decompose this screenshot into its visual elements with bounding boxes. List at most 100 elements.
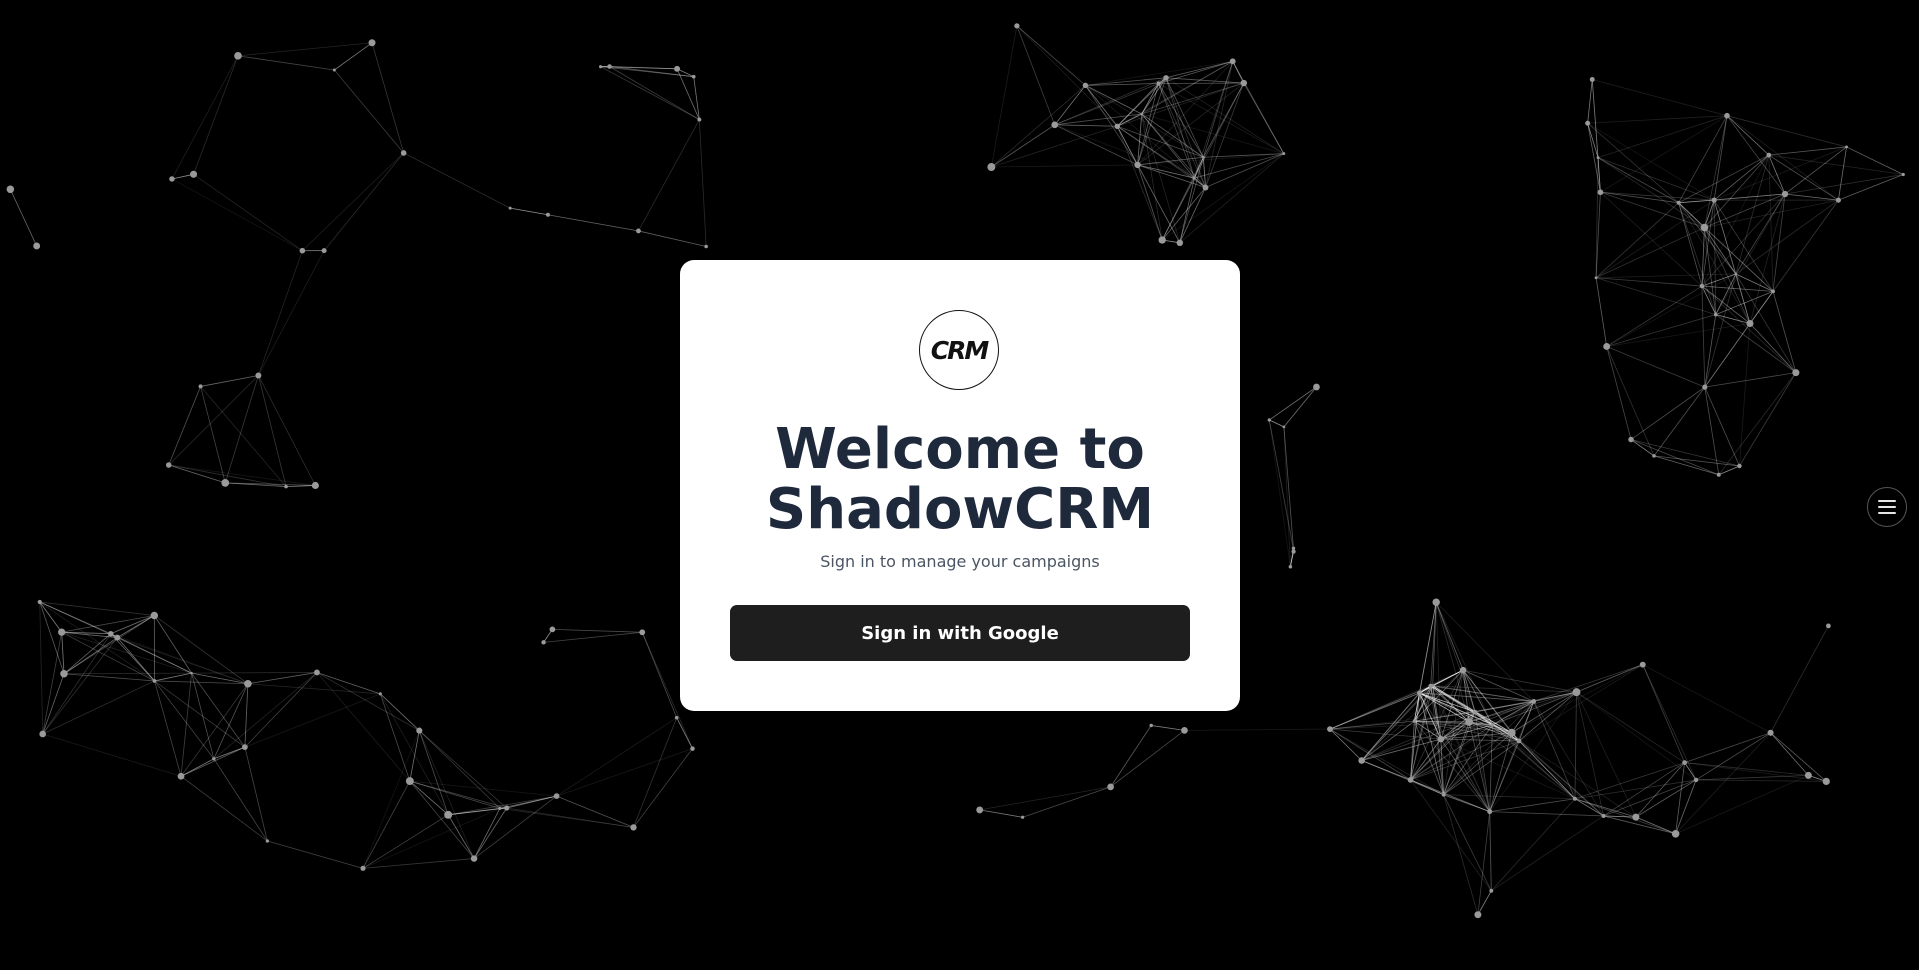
network-link: [1704, 291, 1774, 388]
network-link: [1630, 439, 1740, 467]
network-node: [1140, 112, 1143, 116]
network-link: [1653, 455, 1740, 467]
network-link: [1726, 115, 1770, 156]
network-link: [1151, 725, 1185, 731]
network-link: [1642, 664, 1697, 781]
network-link: [362, 858, 475, 869]
network-link: [200, 375, 259, 387]
network-node: [599, 65, 603, 69]
network-node: [1229, 58, 1236, 65]
network-link: [1696, 774, 1809, 781]
network-link: [154, 680, 246, 748]
network-link: [990, 25, 1018, 168]
network-node: [190, 170, 198, 178]
network-node: [1313, 383, 1320, 391]
network-link: [1606, 346, 1632, 440]
network-node: [1156, 81, 1161, 86]
network-link: [1768, 146, 1847, 156]
network-node: [607, 64, 612, 69]
network-node: [1628, 436, 1634, 443]
network-node: [1489, 888, 1494, 893]
network-link: [1675, 762, 1686, 834]
network-link: [1735, 154, 1770, 275]
network-node: [368, 39, 376, 47]
network-link: [1838, 174, 1904, 201]
network-link: [1739, 372, 1797, 467]
network-node: [1901, 172, 1905, 177]
network-node: [549, 626, 556, 633]
network-node: [314, 669, 320, 676]
network-link: [39, 601, 111, 635]
network-node: [1473, 709, 1478, 714]
network-link: [1630, 386, 1706, 440]
network-node: [108, 630, 114, 637]
network-link: [1361, 760, 1411, 781]
menu-button[interactable]: [1867, 487, 1907, 527]
network-node: [1107, 783, 1114, 791]
network-node: [1490, 723, 1495, 727]
network-node: [1181, 726, 1188, 734]
network-node: [1134, 161, 1141, 169]
network-link: [1704, 387, 1720, 475]
network-node: [697, 117, 702, 122]
network-node: [636, 228, 641, 234]
sign-in-with-google-button[interactable]: Sign in with Google: [730, 605, 1190, 661]
network-link: [1653, 386, 1706, 457]
network-link: [473, 807, 508, 859]
network-node: [1781, 190, 1789, 198]
network-node: [1594, 276, 1598, 280]
network-link: [409, 780, 557, 797]
network-link: [979, 809, 1023, 818]
network-node: [498, 806, 502, 810]
network-node: [1702, 384, 1708, 390]
network-node: [1014, 23, 1020, 29]
network-link: [979, 786, 1111, 811]
network-node: [265, 839, 270, 843]
network-link: [61, 631, 192, 674]
network-link: [180, 673, 192, 777]
login-page: CRM Welcome to ShadowCRM Sign in to mana…: [0, 0, 1919, 970]
network-node: [1441, 792, 1446, 797]
network-node: [1652, 454, 1656, 458]
network-node: [39, 730, 47, 738]
network-link: [409, 780, 507, 809]
network-link: [1283, 386, 1317, 428]
network-link: [1701, 286, 1706, 388]
network-node: [165, 462, 172, 468]
network-link: [1704, 372, 1796, 388]
network-node: [1459, 666, 1467, 674]
network-link: [42, 632, 63, 735]
network-node: [1487, 809, 1493, 815]
network-node: [630, 824, 637, 831]
network-link: [1184, 728, 1330, 731]
network-link: [258, 250, 303, 376]
network-link: [213, 758, 268, 842]
network-link: [418, 730, 475, 859]
network-link: [1463, 669, 1577, 693]
network-node: [674, 715, 679, 720]
network-link: [1784, 146, 1847, 195]
network-link: [1630, 439, 1719, 476]
network-node: [508, 206, 512, 210]
network-link: [1768, 154, 1786, 195]
network-link: [1329, 728, 1444, 796]
network-node: [1766, 152, 1772, 158]
network-link: [1606, 323, 1751, 347]
network-link: [1137, 61, 1233, 166]
network-link: [1533, 691, 1577, 702]
network-link: [237, 55, 335, 71]
network-node: [1192, 176, 1196, 180]
network-link: [267, 840, 364, 869]
network-node: [1507, 728, 1516, 737]
network-link: [1597, 157, 1705, 228]
network-link: [1054, 124, 1118, 127]
crm-logo-text: CRM: [930, 335, 990, 365]
network-link: [1595, 202, 1679, 279]
network-link: [1684, 762, 1809, 776]
network-node: [1176, 239, 1184, 247]
network-node: [1771, 289, 1775, 294]
title-line-2: ShadowCRM: [765, 477, 1155, 542]
network-node: [58, 628, 66, 636]
network-node: [1465, 718, 1473, 726]
network-node: [1822, 777, 1830, 785]
